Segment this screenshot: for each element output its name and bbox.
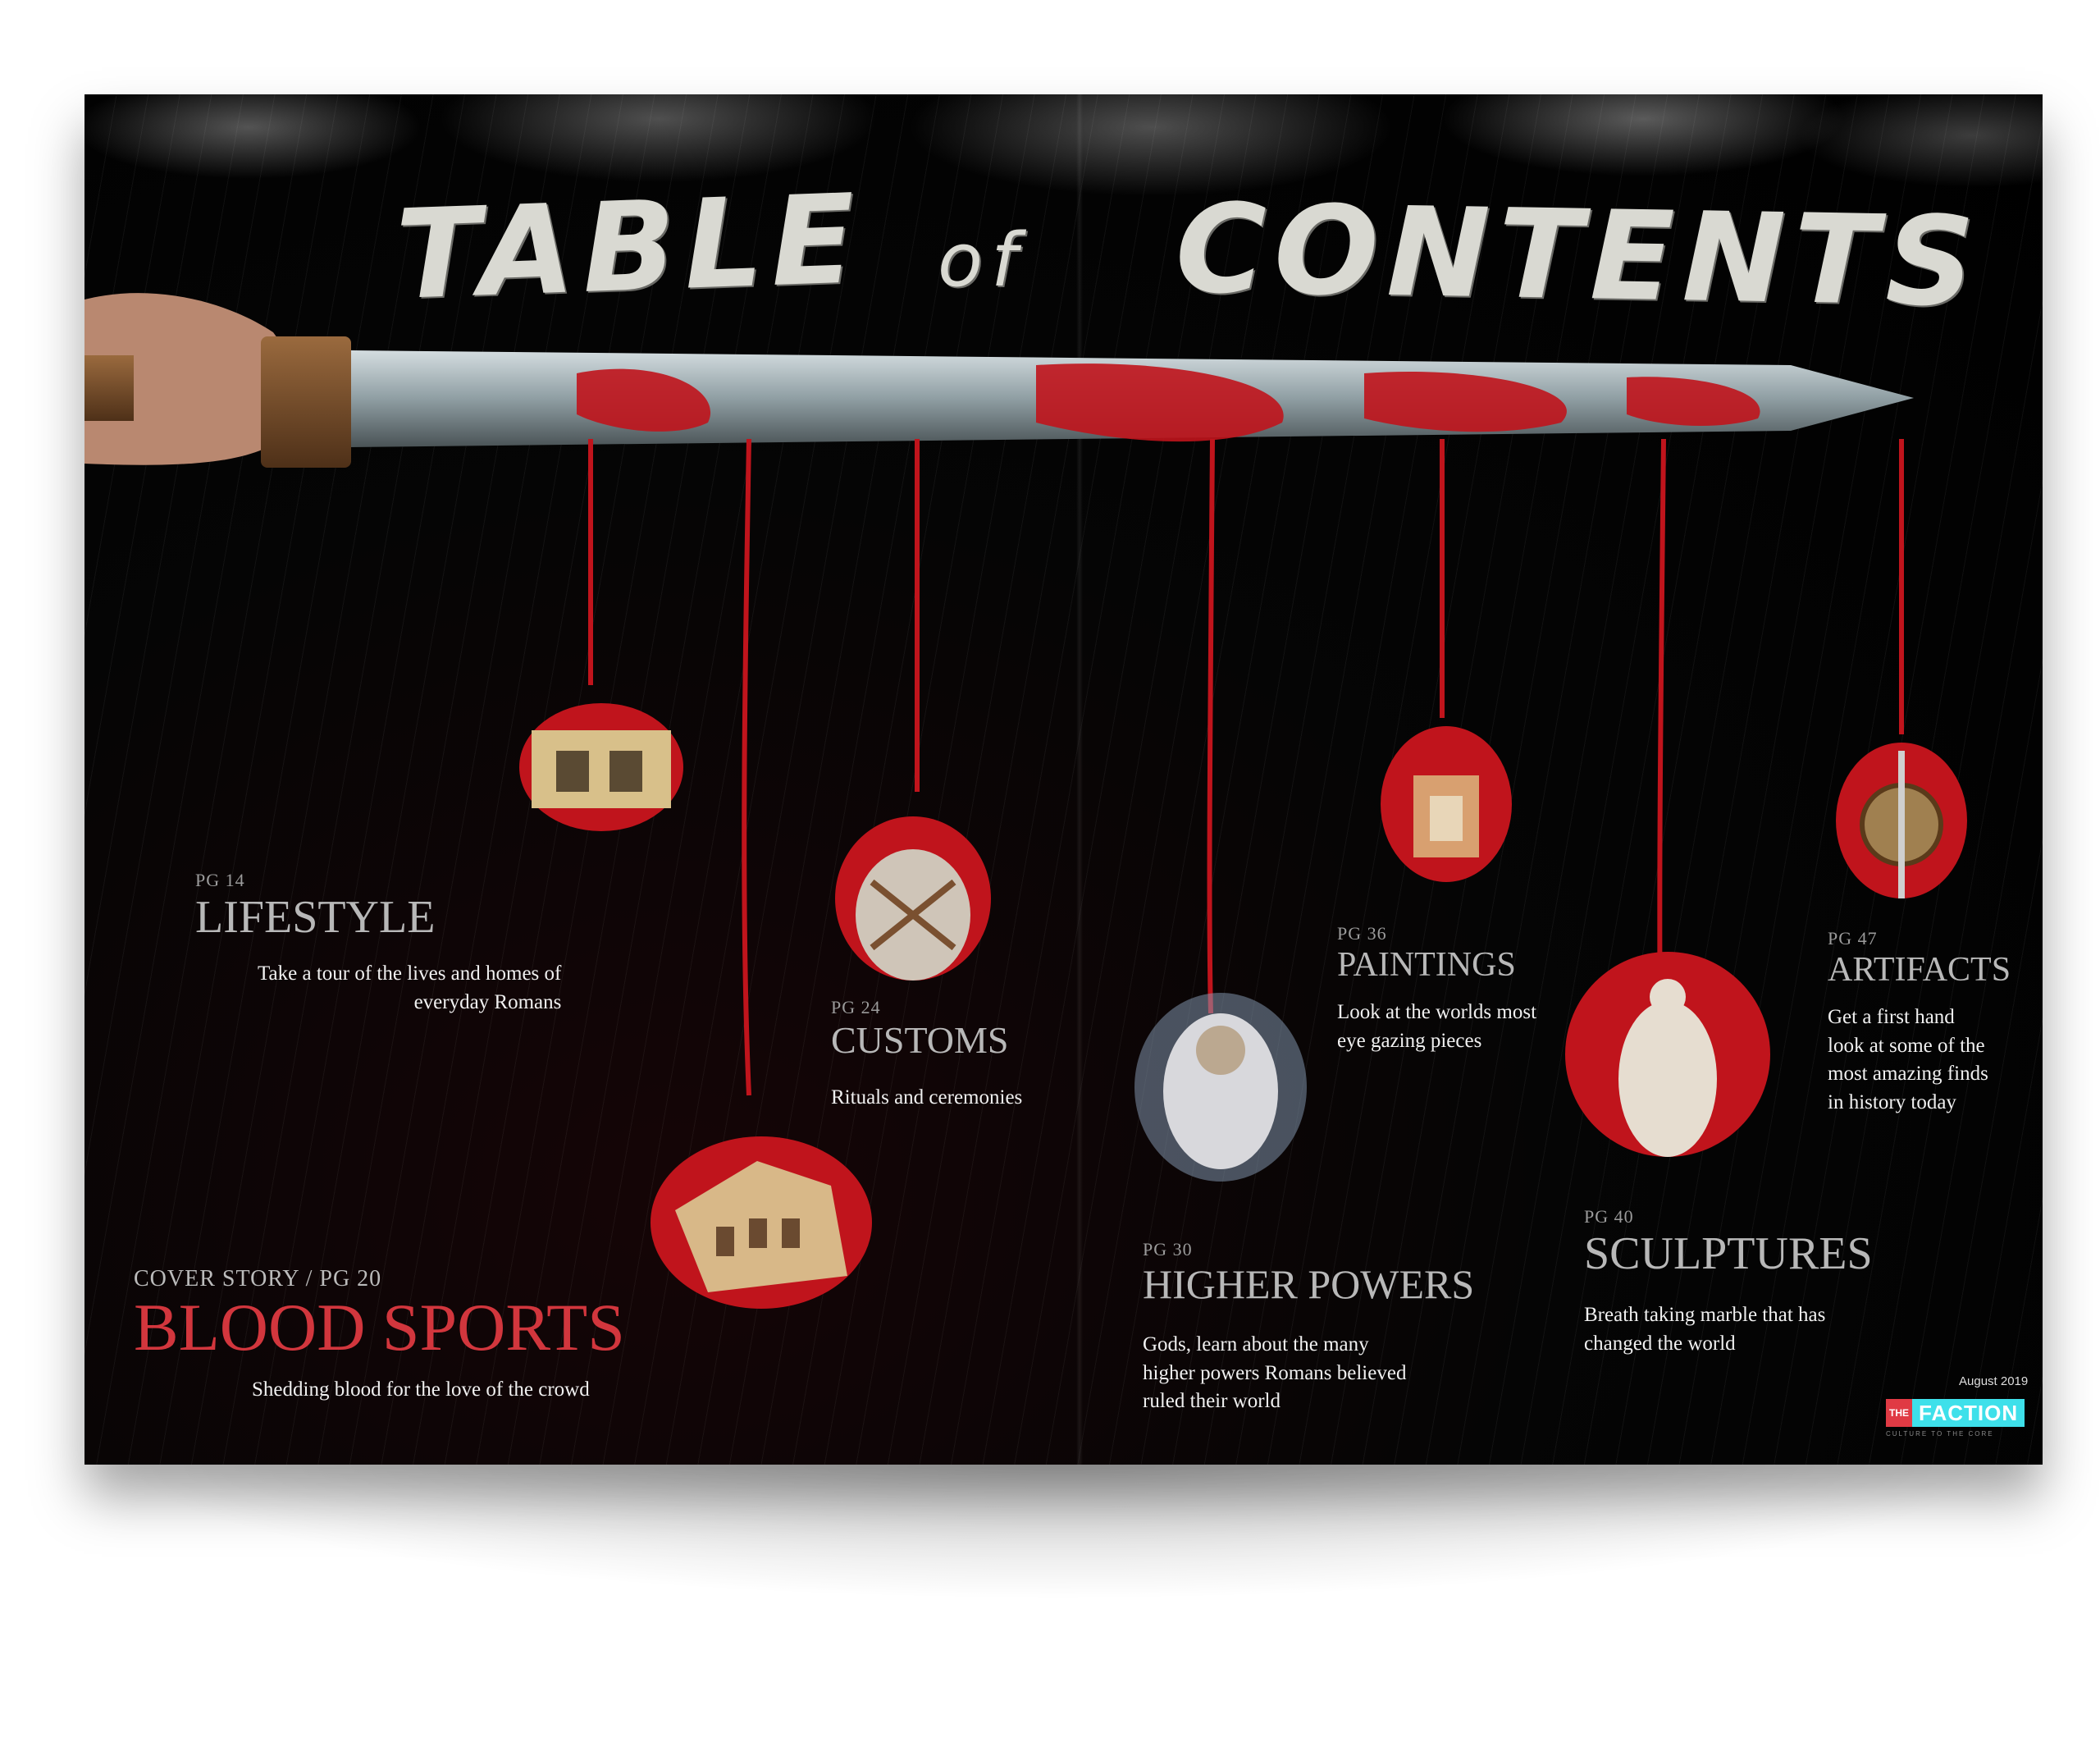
title-of: of (938, 217, 1025, 304)
entry-customs[interactable]: PG 24 CUSTOMS Rituals and ceremonies (831, 997, 1022, 1113)
page-number: PG 30 (1143, 1239, 1193, 1259)
section-description: Gods, learn about the many higher powers… (1143, 1333, 1407, 1412)
section-heading: ARTIFACTS (1828, 951, 2011, 989)
page-number: PG 47 (1828, 928, 1878, 949)
entry-blood-sports[interactable]: COVER STORY / PG 20 BLOOD SPORTS Sheddin… (134, 1266, 625, 1405)
logo-the: THE (1886, 1399, 1912, 1427)
logo-faction: FACTION (1912, 1399, 2025, 1427)
entry-sculptures[interactable]: PG 40 SCULPTURES Breath taking marble th… (1584, 1206, 1873, 1358)
section-description: Rituals and ceremonies (831, 1086, 1023, 1109)
entry-paintings[interactable]: PG 36 PAINTINGS Look at the worlds most … (1337, 923, 1536, 1055)
sword-grip (84, 355, 134, 421)
section-heading: SCULPTURES (1584, 1228, 1873, 1279)
section-description: Shedding blood for the love of the crowd (252, 1378, 590, 1401)
brand-logo: THE FACTION (1886, 1399, 2025, 1427)
page-number: COVER STORY / PG 20 (134, 1266, 382, 1291)
entry-higher-powers[interactable]: PG 30 HIGHER POWERS Gods, learn about th… (1143, 1239, 1474, 1416)
section-description: Get a first hand look at some of the mos… (1828, 1006, 1988, 1113)
splatter-blood-sports (651, 1136, 872, 1309)
title-contents: CONTENTS (1174, 177, 1984, 335)
page-number: PG 40 (1584, 1206, 1634, 1227)
section-description: Take a tour of the lives and homes of ev… (258, 962, 562, 1013)
brand-tagline: CULTURE TO THE CORE (1886, 1430, 1994, 1438)
splatter-customs (835, 816, 991, 981)
splatter-sculptures (1565, 952, 1770, 1157)
section-heading: BLOOD SPORTS (134, 1290, 625, 1365)
page-number: PG 36 (1337, 923, 1387, 944)
section-heading: CUSTOMS (831, 1019, 1009, 1061)
entry-lifestyle[interactable]: PG 14 LIFESTYLE Take a tour of the lives… (195, 870, 561, 1017)
page-shadow (115, 1461, 2002, 1600)
section-heading: PAINTINGS (1337, 946, 1516, 984)
title-table: TABLE (394, 168, 866, 327)
page-number: PG 24 (831, 997, 881, 1017)
magazine-spread: TABLE of CONTENTS PG 14 LIFESTYLE Take a… (84, 94, 2043, 1465)
section-heading: HIGHER POWERS (1143, 1261, 1475, 1307)
page-number: PG 14 (195, 870, 245, 890)
splatter-artifacts (1836, 743, 1967, 898)
issue-date: August 2019 (1959, 1374, 2029, 1388)
splatter-higher-powers (1134, 993, 1307, 1182)
section-description: Breath taking marble that has changed th… (1584, 1304, 1826, 1355)
entry-artifacts[interactable]: PG 47 ARTIFACTS Get a first hand look at… (1828, 928, 2011, 1117)
sword-guard (261, 336, 351, 468)
section-heading: LIFESTYLE (195, 892, 436, 943)
section-description: Look at the worlds most eye gazing piece… (1337, 1001, 1537, 1052)
splatter-paintings (1381, 726, 1512, 882)
splatter-lifestyle (519, 703, 683, 831)
